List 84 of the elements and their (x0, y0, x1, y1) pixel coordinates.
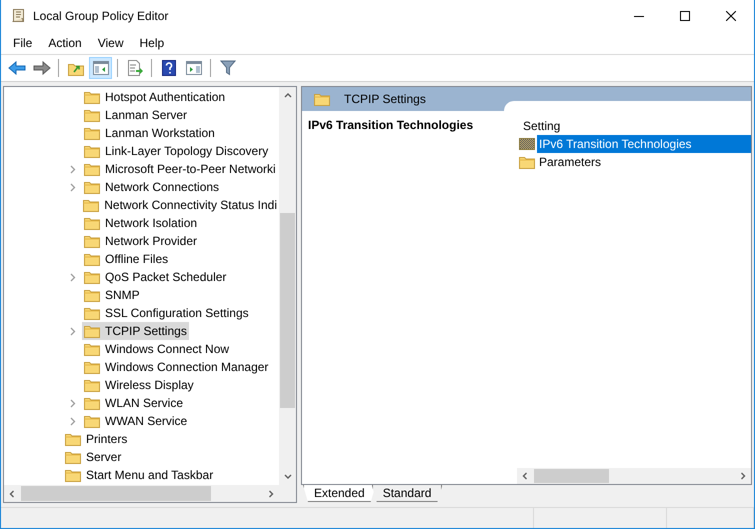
scroll-left-icon[interactable] (521, 472, 529, 480)
folder-icon (84, 324, 100, 338)
tree-item[interactable]: Printers (63, 430, 130, 448)
show-tree-icon (92, 61, 108, 75)
tree-item[interactable]: Windows Connect Now (82, 340, 232, 358)
folder-icon (84, 144, 100, 158)
view-tab[interactable]: Extended (303, 485, 376, 502)
folder-icon (314, 92, 330, 106)
tree-item[interactable]: Network Connectivity Status Indi (81, 196, 279, 214)
scroll-right-icon[interactable] (739, 472, 747, 480)
setting-item[interactable]: IPv6 Transition Technologies (537, 135, 751, 153)
vertical-scrollbar[interactable] (279, 87, 296, 485)
window-title: Local Group Policy Editor (33, 9, 170, 23)
folder-icon (84, 270, 100, 284)
folder-icon (84, 252, 100, 266)
back-arrow-icon (8, 61, 26, 75)
folder-icon (83, 198, 100, 212)
scroll-up-icon[interactable] (284, 91, 292, 99)
scroll-right-icon[interactable] (267, 490, 275, 498)
tree-item[interactable]: Wireless Display (82, 376, 196, 394)
expand-chevron-icon[interactable] (70, 272, 76, 282)
tree-item[interactable]: Link-Layer Topology Discovery (82, 142, 270, 160)
close-icon (726, 11, 736, 21)
tree-item[interactable]: Server (63, 448, 124, 466)
scroll-down-icon[interactable] (284, 473, 292, 481)
tree-item[interactable]: SSL Configuration Settings (82, 304, 251, 322)
app-icon (11, 8, 25, 24)
folder-icon (65, 468, 81, 482)
folder-icon (84, 162, 100, 176)
tree-item[interactable]: Lanman Workstation (82, 124, 217, 142)
tree-item[interactable]: Network Provider (82, 232, 200, 250)
folder-icon (84, 396, 100, 410)
expand-chevron-icon[interactable] (70, 416, 76, 426)
tree-item[interactable]: Start Menu and Taskbar (63, 466, 216, 484)
folder-icon (65, 450, 81, 464)
tree-item[interactable]: WWAN Service (82, 412, 190, 430)
folder-icon (84, 108, 100, 122)
tree-item[interactable]: Microsoft Peer-to-Peer Networki (82, 160, 278, 178)
menu-item[interactable]: File (5, 36, 40, 50)
filter-icon (220, 60, 236, 76)
column-header[interactable]: Setting (517, 111, 751, 133)
policy-setting-icon (519, 137, 535, 151)
setting-item[interactable]: Parameters (537, 153, 751, 171)
folder-icon (65, 432, 81, 446)
export-list-icon (126, 60, 142, 76)
folder-icon (84, 360, 100, 374)
folder-icon (84, 180, 100, 194)
view-tab[interactable]: Standard (372, 485, 442, 502)
folder-icon (84, 342, 100, 356)
maximize-icon (680, 11, 690, 21)
tree-item[interactable]: Lanman Server (82, 106, 190, 124)
folder-icon (84, 414, 100, 428)
pane-title: TCPIP Settings (344, 92, 426, 106)
tree-item[interactable]: Windows Connection Manager (82, 358, 270, 376)
expand-chevron-icon[interactable] (70, 182, 76, 192)
tree-item[interactable]: Hotspot Authentication (82, 88, 228, 106)
folder-icon (84, 90, 100, 104)
description-title: IPv6 Transition Technologies (308, 118, 474, 132)
scroll-left-icon[interactable] (8, 490, 16, 498)
tree-item[interactable]: Offline Files (82, 250, 170, 268)
tree-item[interactable]: QoS Packet Scheduler (82, 268, 228, 286)
tree-item[interactable]: TCPIP Settings (82, 322, 189, 340)
tree-item[interactable]: Network Connections (82, 178, 222, 196)
folder-icon (84, 288, 100, 302)
menu-item[interactable]: Help (132, 36, 172, 50)
show-pane-icon (186, 61, 202, 75)
folder-icon (84, 126, 100, 140)
forward-arrow-icon (32, 61, 50, 75)
folder-icon (84, 306, 100, 320)
help-icon (162, 60, 176, 76)
folder-icon (519, 155, 535, 169)
expand-chevron-icon[interactable] (70, 326, 76, 336)
tree-item[interactable]: WLAN Service (82, 394, 186, 412)
expand-chevron-icon[interactable] (70, 164, 76, 174)
folder-icon (84, 216, 100, 230)
menu-item[interactable]: Action (40, 36, 90, 50)
horizontal-scrollbar[interactable] (517, 468, 751, 484)
tree-item[interactable]: SNMP (82, 286, 142, 304)
folder-icon (84, 378, 100, 392)
menu-item[interactable]: View (90, 36, 132, 50)
folder-icon (84, 234, 100, 248)
horizontal-scrollbar[interactable] (4, 485, 279, 502)
tree-item[interactable]: Network Isolation (82, 214, 200, 232)
expand-chevron-icon[interactable] (70, 398, 76, 408)
